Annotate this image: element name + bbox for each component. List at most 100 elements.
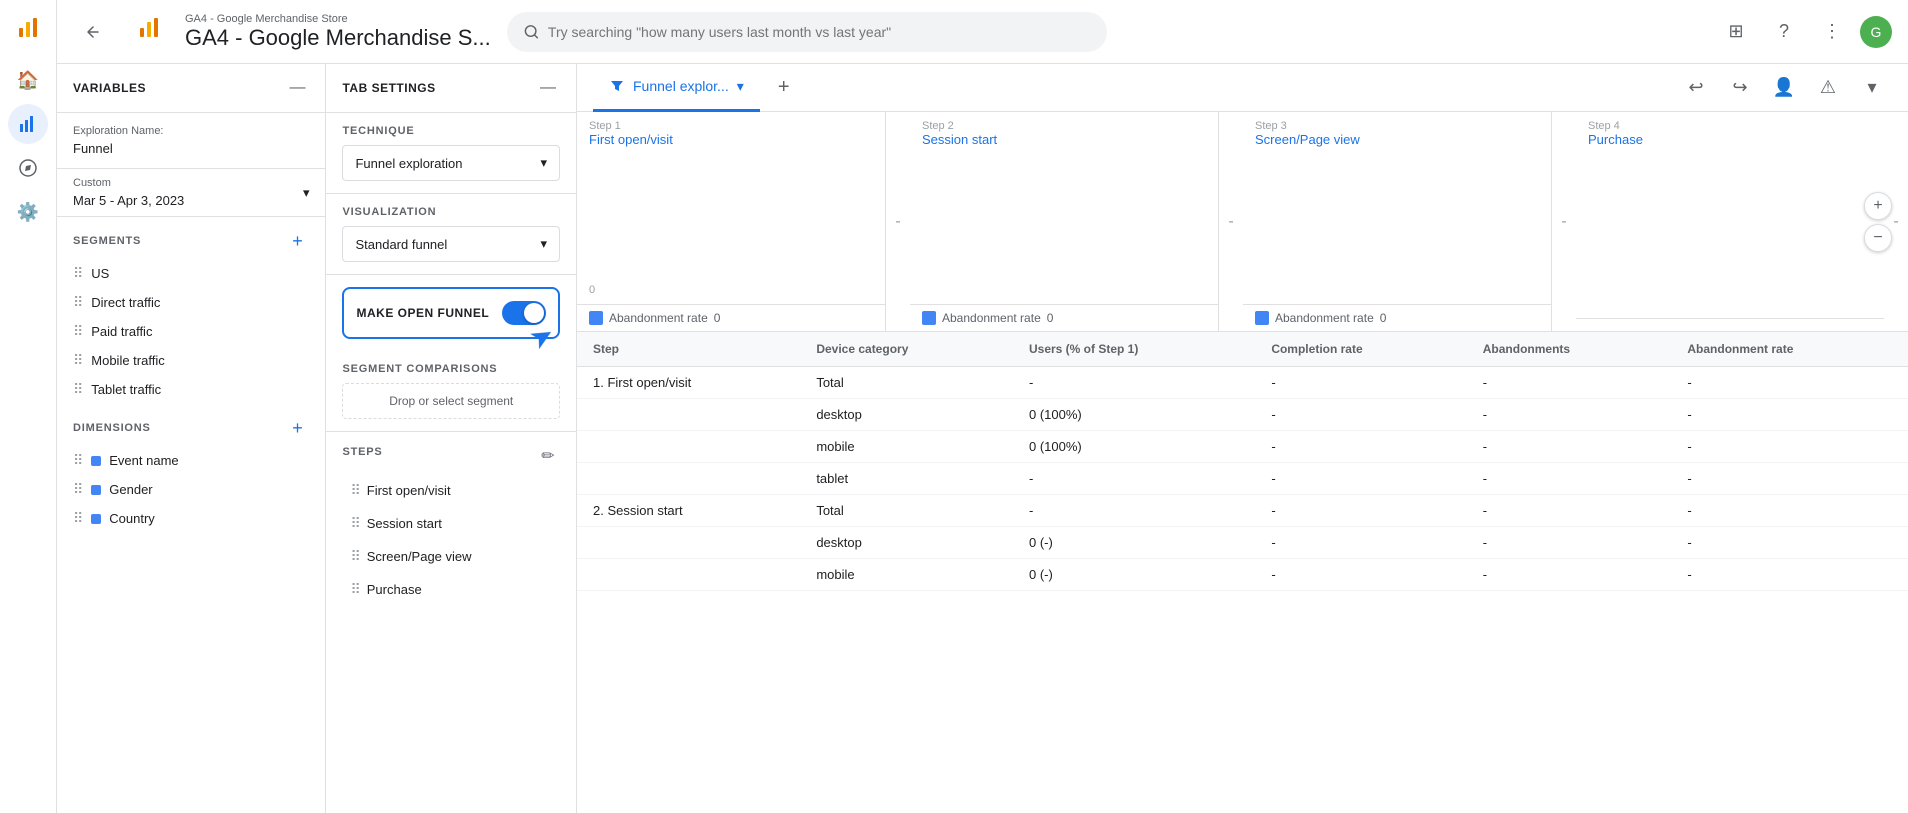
visualization-section: Visualization Standard funnel ▾ xyxy=(326,194,576,275)
segment-label: Paid traffic xyxy=(91,324,152,339)
avatar[interactable]: G xyxy=(1860,16,1892,48)
table-row: 2. Session start Total - - - - xyxy=(577,495,1908,527)
col-users: Users (% of Step 1) xyxy=(1013,332,1255,367)
funnel-step-3-header: Step 3 Screen/Page view xyxy=(1243,112,1551,155)
header-title: GA4 - Google Merchandise S... xyxy=(185,25,491,51)
segment-drop-zone[interactable]: Drop or select segment xyxy=(342,383,560,419)
step-item[interactable]: ⠿ First open/visit xyxy=(342,476,560,505)
chevron-down-icon[interactable]: ▾ xyxy=(737,78,744,95)
make-open-funnel-label: MAKE OPEN FUNNEL xyxy=(356,306,489,320)
device-cell: mobile xyxy=(800,559,1013,591)
zoom-out-button[interactable]: − xyxy=(1864,224,1892,252)
add-tab-button[interactable]: + xyxy=(768,72,800,104)
add-dimension-button[interactable]: + xyxy=(285,416,309,440)
list-item[interactable]: ⠿ Mobile traffic xyxy=(57,346,325,375)
abandonment-rate-cell: - xyxy=(1671,463,1908,495)
fab-container: + − xyxy=(1864,192,1892,252)
chart-icon[interactable] xyxy=(8,104,48,144)
toggle-knob xyxy=(524,303,544,323)
drag-handle-icon: ⠿ xyxy=(73,352,83,369)
list-item[interactable]: ⠿ Direct traffic xyxy=(57,288,325,317)
date-range-selector[interactable]: Custom Mar 5 - Apr 3, 2023 ▾ xyxy=(57,169,325,217)
list-item[interactable]: ⠿ Paid traffic xyxy=(57,317,325,346)
more-options-button[interactable]: ▾ xyxy=(1852,68,1892,108)
step-num-label: Step 4 xyxy=(1588,120,1872,132)
search-bar[interactable] xyxy=(507,12,1107,52)
analytics-logo-header xyxy=(129,8,169,48)
device-cell: Total xyxy=(816,375,843,390)
abandonment-rate-cell: - xyxy=(1671,559,1908,591)
home-icon[interactable]: 🏠 xyxy=(8,60,48,100)
col-abandonments: Abandonments xyxy=(1467,332,1672,367)
technique-label: TECHNIQUE xyxy=(342,125,560,137)
header-subtitle: GA4 - Google Merchandise Store xyxy=(185,13,491,25)
visualization-label: Visualization xyxy=(342,206,560,218)
step-item[interactable]: ⠿ Session start xyxy=(342,509,560,538)
back-button[interactable] xyxy=(73,12,113,52)
admin-icon[interactable]: ⚙️ xyxy=(8,192,48,232)
users-cell: 0 (-) xyxy=(1013,527,1255,559)
add-segment-button[interactable]: + xyxy=(285,229,309,253)
tab-settings-panel-header: Tab Settings — xyxy=(326,64,576,113)
visualization-dropdown[interactable]: Standard funnel ▾ xyxy=(342,226,560,262)
header: GA4 - Google Merchandise Store GA4 - Goo… xyxy=(57,0,1908,64)
completion-cell: - xyxy=(1255,495,1466,527)
col-step: Step xyxy=(577,332,800,367)
explore-icon[interactable] xyxy=(8,148,48,188)
variables-minimize-button[interactable]: — xyxy=(285,76,309,100)
variables-column: Variables — Exploration Name: Funnel Cus… xyxy=(57,64,326,813)
list-item[interactable]: ⠿ Gender xyxy=(57,475,325,504)
more-vert-icon[interactable]: ⋮ xyxy=(1812,12,1852,52)
search-input[interactable] xyxy=(548,24,1091,40)
steps-header: STEPS ✏ xyxy=(342,444,560,468)
completion-cell: - xyxy=(1255,463,1466,495)
undo-button[interactable]: ↩ xyxy=(1676,68,1716,108)
col-device: Device category xyxy=(800,332,1013,367)
customize-icon[interactable]: ⊞ xyxy=(1716,12,1756,52)
segment-label: Direct traffic xyxy=(91,295,160,310)
list-item[interactable]: ⠿ Country xyxy=(57,504,325,533)
list-item[interactable]: ⠿ Event name xyxy=(57,446,325,475)
step-item[interactable]: ⠿ Purchase xyxy=(342,575,560,604)
list-item[interactable]: ⠿ US xyxy=(57,259,325,288)
abandonment-rate-cell: - xyxy=(1671,527,1908,559)
list-item[interactable]: ⠿ Tablet traffic xyxy=(57,375,325,404)
dimension-color-swatch xyxy=(91,485,101,495)
abandonment-row: Abandonment rate 0 xyxy=(1243,304,1551,331)
date-value: Mar 5 - Apr 3, 2023 xyxy=(73,193,184,208)
steps-edit-button[interactable]: ✏ xyxy=(536,444,560,468)
step-name: Purchase xyxy=(367,582,422,597)
device-cell: mobile xyxy=(800,431,1013,463)
device-cell: tablet xyxy=(800,463,1013,495)
step-name-label: Session start xyxy=(922,132,1206,147)
dimension-label: Event name xyxy=(109,453,178,468)
funnel-step-2: Step 2 Session start Abandonment rate 0 xyxy=(910,112,1219,331)
data-table: Step Device category Users (% of Step 1)… xyxy=(577,332,1908,591)
step-cell xyxy=(577,559,800,591)
tab-settings-column: Tab Settings — TECHNIQUE Funnel explorat… xyxy=(326,64,576,813)
tab-label: Funnel explor... xyxy=(633,78,729,94)
date-label: Custom xyxy=(73,177,184,189)
drag-handle-icon: ⠿ xyxy=(73,381,83,398)
step-item[interactable]: ⠿ Screen/Page view xyxy=(342,542,560,571)
tab-settings-minimize-button[interactable]: — xyxy=(536,76,560,100)
zoom-in-button[interactable]: + xyxy=(1864,192,1892,220)
segment-comparisons-label: SEGMENT COMPARISONS xyxy=(342,363,560,375)
main-area: Variables — Exploration Name: Funnel Cus… xyxy=(57,64,1908,813)
funnel-bar-area xyxy=(910,155,1218,304)
chevron-down-icon: ▾ xyxy=(303,185,310,201)
help-icon[interactable]: ? xyxy=(1764,12,1804,52)
tab-funnel-exploration[interactable]: Funnel explor... ▾ xyxy=(593,64,760,112)
technique-dropdown[interactable]: Funnel exploration ▾ xyxy=(342,145,560,181)
funnel-step-4: Step 4 Purchase xyxy=(1576,112,1884,331)
dimension-label: Gender xyxy=(109,482,152,497)
share-button[interactable]: 👤 xyxy=(1764,68,1804,108)
data-table-container: Step Device category Users (% of Step 1)… xyxy=(577,332,1908,813)
step-separator-2: - xyxy=(1219,112,1243,331)
redo-button[interactable]: ↪ xyxy=(1720,68,1760,108)
make-open-funnel-toggle[interactable] xyxy=(502,301,546,325)
abandonment-badge xyxy=(922,311,936,325)
drag-handle-icon: ⠿ xyxy=(73,481,83,498)
abandonment-row xyxy=(1576,318,1884,331)
warning-button[interactable]: ⚠ xyxy=(1808,68,1848,108)
